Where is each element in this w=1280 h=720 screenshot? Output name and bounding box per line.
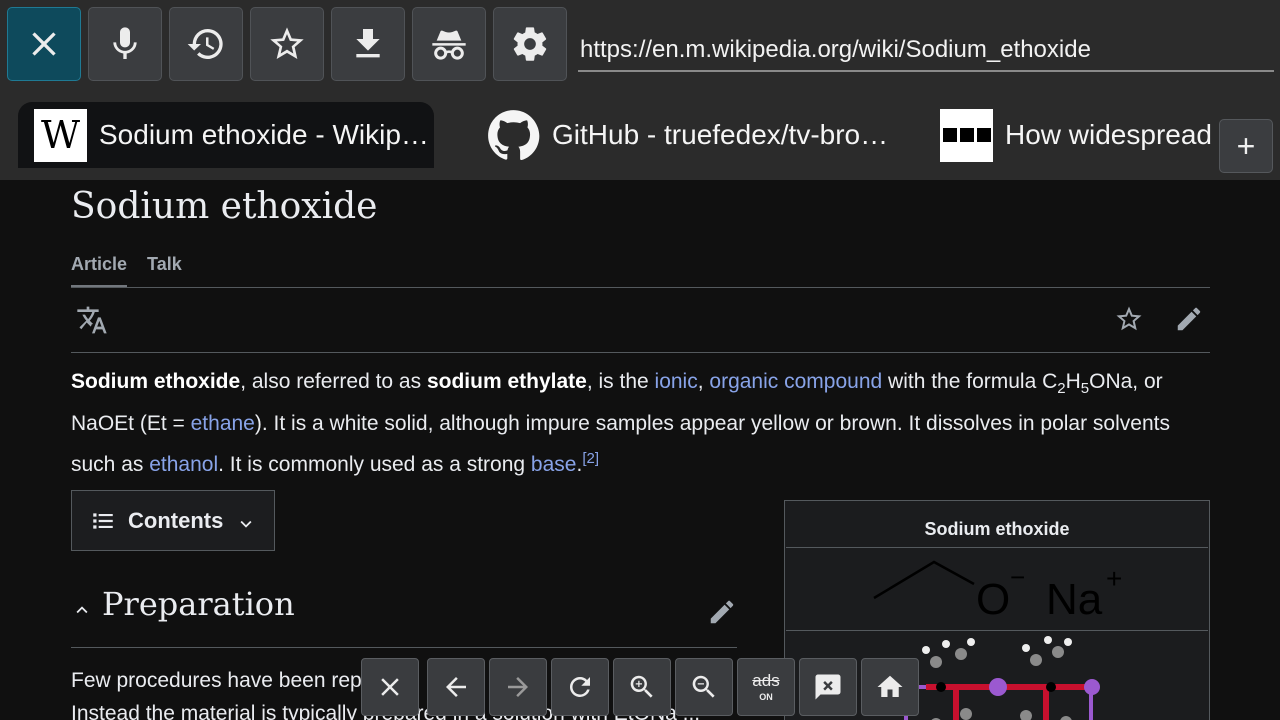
adblock-toggle-button[interactable]: ads ON <box>737 658 795 716</box>
add-tab-button[interactable]: + <box>1219 119 1273 173</box>
divider <box>71 287 1210 288</box>
page-title: Sodium ethoxide <box>71 186 378 227</box>
list-icon <box>93 512 113 529</box>
link-ethanol[interactable]: ethanol <box>149 453 218 476</box>
forward-button[interactable] <box>489 658 547 716</box>
settings-button[interactable] <box>493 7 567 81</box>
intro-text: , is the <box>586 370 655 393</box>
reference-link[interactable]: [2] <box>582 450 599 467</box>
infobox-title: Sodium ethoxide <box>924 519 1070 539</box>
bold-term: sodium ethylate <box>426 370 587 393</box>
close-page-button[interactable] <box>361 658 419 716</box>
tab-github[interactable]: GitHub - truefedex/tv-bro… <box>487 102 887 168</box>
zoom-out-button[interactable] <box>675 658 733 716</box>
link-ionic[interactable]: ionic <box>655 370 698 393</box>
gear-icon <box>513 27 547 61</box>
intro-text: , also referred to as <box>240 370 427 393</box>
intro-text: H <box>1065 370 1081 393</box>
close-button[interactable] <box>7 7 81 81</box>
back-button[interactable] <box>427 658 485 716</box>
web-page: Sodium ethoxide Article Talk Sodium etho… <box>0 180 1280 720</box>
edit-pencil-icon[interactable] <box>1174 304 1204 334</box>
home-button[interactable] <box>861 658 919 716</box>
tab-title: Sodium ethoxide - Wikip… <box>99 119 429 150</box>
section-header-preparation[interactable]: Preparation <box>71 585 737 648</box>
downloads-button[interactable] <box>331 7 405 81</box>
favorites-button[interactable] <box>250 7 324 81</box>
watch-star-icon[interactable] <box>1114 304 1144 334</box>
arrow-right-icon <box>508 677 528 697</box>
contents-label: Contents <box>128 507 224 533</box>
intro-text: with the formula C <box>882 370 1058 393</box>
close-icon <box>381 678 399 696</box>
feedback-button[interactable] <box>799 658 857 716</box>
history-button[interactable] <box>169 7 243 81</box>
star-outline-icon <box>270 27 304 59</box>
history-icon <box>187 29 223 59</box>
cation-charge: + <box>1106 563 1122 594</box>
divider <box>71 352 1210 353</box>
download-icon <box>356 29 380 58</box>
browser-toolbar: https://en.m.wikipedia.org/wiki/Sodium_e… <box>0 0 1280 100</box>
cation-label: Na <box>1046 575 1103 624</box>
anion-label: O <box>976 575 1010 624</box>
incognito-icon <box>432 30 466 60</box>
link-base[interactable]: base <box>531 453 577 476</box>
url-input[interactable]: https://en.m.wikipedia.org/wiki/Sodium_e… <box>578 28 1274 72</box>
voice-search-button[interactable] <box>88 7 162 81</box>
section-edit-pencil-icon[interactable] <box>707 597 737 627</box>
feedback-icon <box>815 674 841 700</box>
link-ethane[interactable]: ethane <box>191 412 255 435</box>
tab-title: GitHub - truefedex/tv-bro… <box>552 119 887 150</box>
refresh-button[interactable] <box>551 658 609 716</box>
language-icon[interactable] <box>76 304 108 336</box>
adblock-state: ON <box>759 692 773 702</box>
tab-wikipedia[interactable]: W Sodium ethoxide - Wikip… <box>18 102 434 168</box>
article-tabs: Article Talk <box>71 254 182 287</box>
chevron-up-icon <box>71 599 93 621</box>
tab-talk[interactable]: Talk <box>147 254 182 287</box>
generic-site-icon <box>940 108 993 162</box>
subscript: 2 <box>1057 380 1066 398</box>
intro-text: , <box>697 370 710 393</box>
subscript: 5 <box>1080 380 1090 398</box>
zoom-out-icon <box>692 675 715 698</box>
ethoxide-structure-diagram: O − Na + <box>873 560 1122 624</box>
section-title: Preparation <box>102 585 295 623</box>
zoom-in-icon <box>630 675 653 698</box>
structural-formula: O − Na + <box>786 547 1208 631</box>
contents-toggle-button[interactable]: Contents <box>71 490 275 551</box>
close-icon <box>32 32 56 56</box>
bold-term: Sodium ethoxide <box>71 370 241 393</box>
wikipedia-logo-icon: W <box>34 108 87 162</box>
adblock-icon: ads <box>752 671 780 690</box>
intro-text: . It is commonly used as a strong <box>218 453 531 477</box>
link-organic-compound[interactable]: organic compound <box>709 370 882 393</box>
microphone-icon <box>113 27 137 59</box>
incognito-button[interactable] <box>412 7 486 81</box>
anion-charge: − <box>1010 562 1025 592</box>
tab-strip: W Sodium ethoxide - Wikip… GitHub - true… <box>0 100 1280 180</box>
tab-title: How widespread d <box>1005 119 1214 150</box>
tab-article[interactable]: Article <box>71 254 128 287</box>
home-icon <box>877 675 903 697</box>
refresh-icon <box>569 677 590 697</box>
chevron-down-icon <box>240 520 252 528</box>
arrow-left-icon <box>446 677 466 697</box>
article-intro: Sodium ethoxide, also referred to as sod… <box>71 364 1210 482</box>
zoom-in-button[interactable] <box>613 658 671 716</box>
github-logo-icon <box>487 109 540 162</box>
tab-how-widespread[interactable]: How widespread d <box>940 102 1214 168</box>
